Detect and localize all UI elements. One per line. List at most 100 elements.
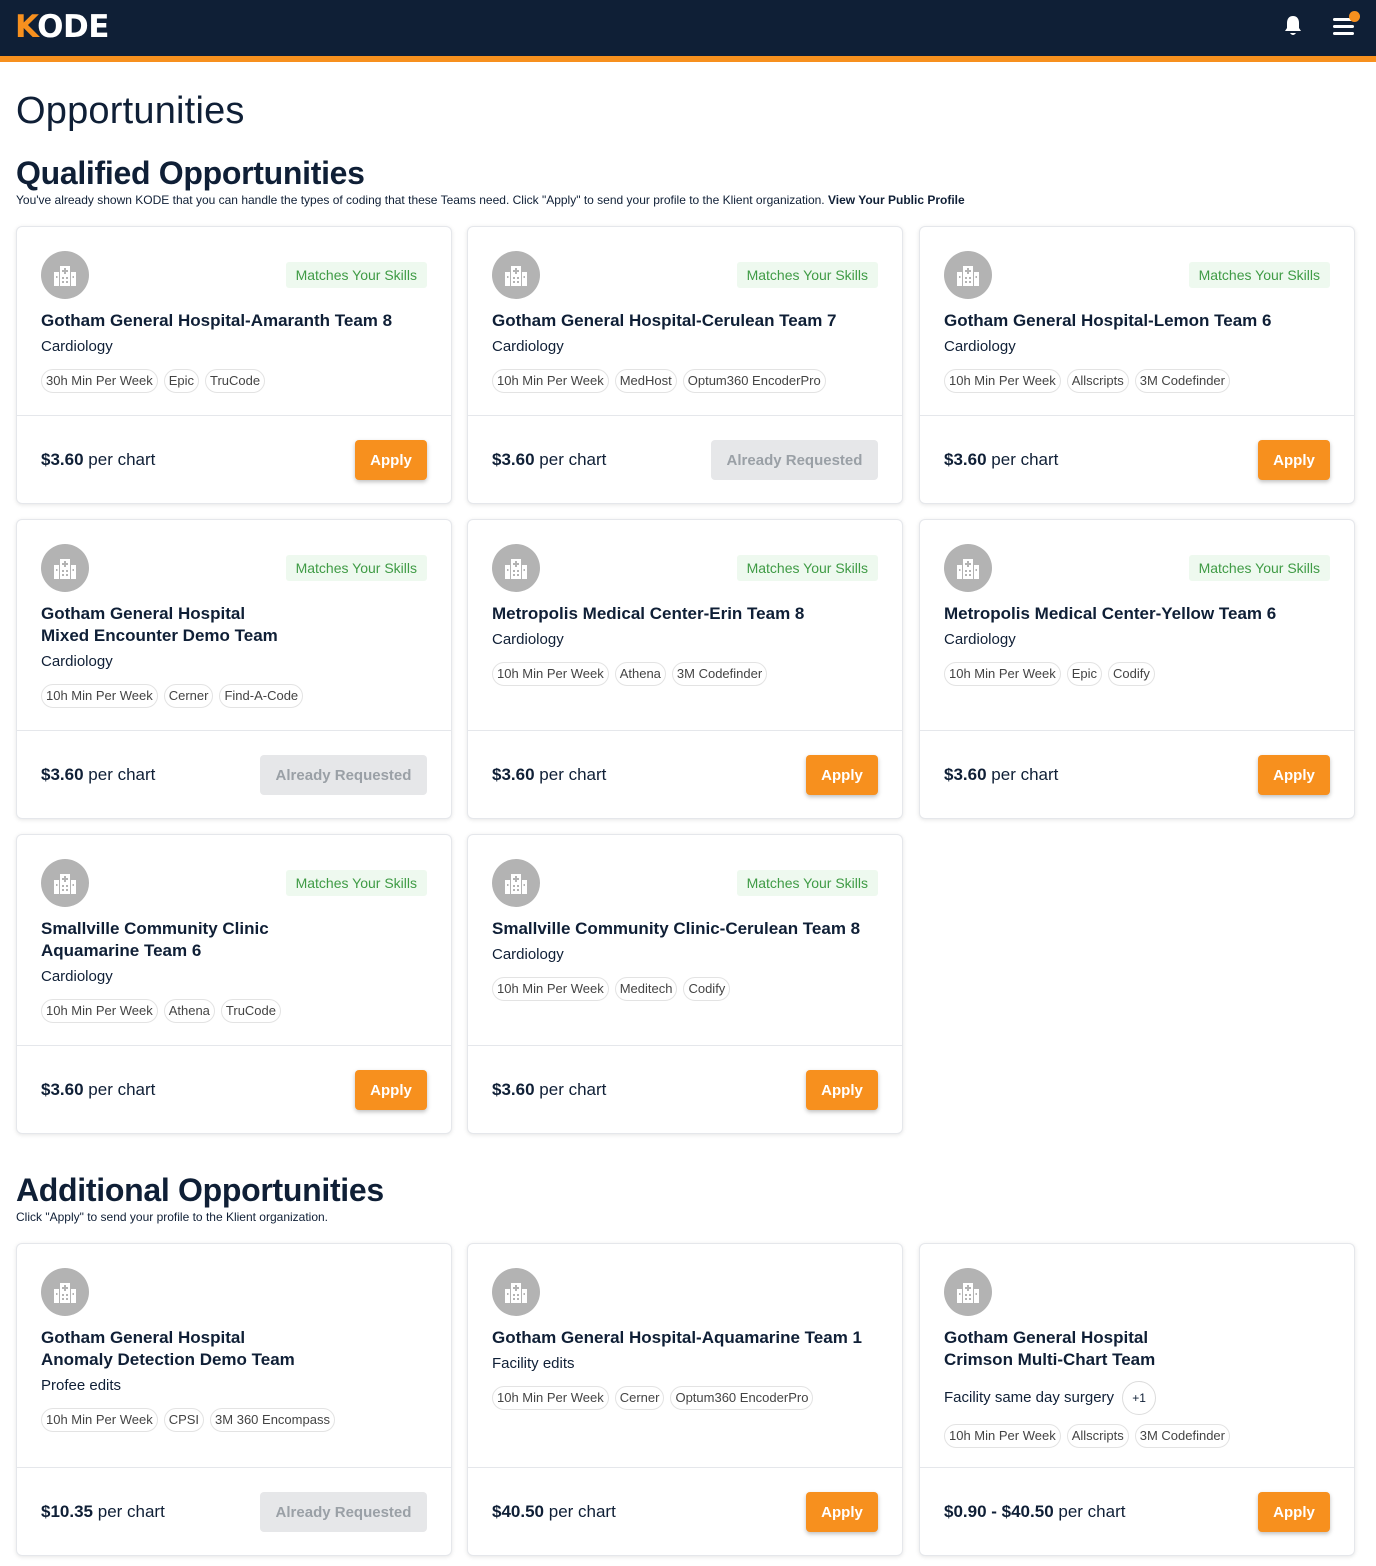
requirement-tag: 10h Min Per Week [492,662,609,686]
team-title[interactable]: Gotham General Hospital-Lemon Team 6 [944,310,1334,332]
apply-button[interactable]: Apply [355,1070,427,1110]
requirement-tag: 10h Min Per Week [41,1408,158,1432]
building-icon [505,266,527,286]
requirement-tag: MedHost [614,369,677,393]
requirement-tag: Epic [163,369,199,393]
specialty-row: Cardiology [944,631,1016,648]
requirement-tag: 10h Min Per Week [944,1424,1061,1448]
building-icon [54,874,76,894]
requirement-tag: 10h Min Per Week [41,684,158,708]
building-icon [957,559,979,579]
organization-avatar [944,544,992,592]
rate-text: $3.60 per chart [492,765,606,785]
matches-skills-badge: Matches Your Skills [285,870,427,896]
opportunity-card: Gotham General Hospital-Aquamarine Team … [467,1243,903,1556]
team-title-line: Smallville Community Clinic-Cerulean Tea… [492,919,861,938]
requirement-tag: Allscripts [1066,1424,1129,1448]
card-footer: $40.50 per chart Apply [468,1467,902,1555]
bell-icon[interactable] [1282,14,1304,38]
team-title[interactable]: Gotham General Hospital Crimson Multi-Cha… [944,1327,1334,1371]
specialty-row: Cardiology [492,631,564,648]
requirement-tag: Allscripts [1066,369,1129,393]
opportunity-card: Gotham General Hospital Anomaly Detection… [16,1243,452,1556]
team-title[interactable]: Gotham General Hospital Mixed Encounter D… [41,603,431,647]
team-title-line: Anomaly Detection Demo Team [41,1350,295,1369]
team-title[interactable]: Gotham General Hospital-Aquamarine Team … [492,1327,882,1349]
team-title[interactable]: Smallville Community Clinic-Cerulean Tea… [492,918,882,940]
team-title[interactable]: Smallville Community Clinic Aquamarine Te… [41,918,431,962]
team-title-line: Aquamarine Team 6 [41,941,202,960]
more-specialties-chip[interactable]: +1 [1122,1381,1157,1415]
building-icon [54,266,76,286]
specialty-row: Profee edits [41,1377,121,1394]
kode-logo[interactable]: KODE [15,9,109,45]
requirement-tag: Find-A-Code [219,684,304,708]
requirement-tag: Athena [163,999,215,1023]
already-requested-button: Already Requested [260,755,427,795]
rate-unit: per chart [97,1502,165,1521]
specialty-label: Profee edits [41,1377,122,1394]
team-title[interactable]: Gotham General Hospital Anomaly Detection… [41,1327,431,1371]
team-title-line: Gotham General Hospital [41,604,246,623]
apply-button[interactable]: Apply [355,440,427,480]
requirement-tags: 10h Min Per Week Cerner Optum360 EncoderPr… [492,1386,814,1410]
apply-button[interactable]: Apply [1258,440,1330,480]
already-requested-button: Already Requested [260,1492,427,1532]
specialty-label: Cardiology [41,653,113,670]
rate-amount: $3.60 [944,765,987,784]
requirement-tag: 3M Codefinder [1134,369,1230,393]
specialty-row: Cardiology [492,946,564,963]
rate-text: $3.60 per chart [492,450,606,470]
rate-text: $0.90 - $40.50 per chart [944,1502,1125,1522]
building-icon [957,266,979,286]
requirement-tag: 10h Min Per Week [944,662,1061,686]
rate-amount: $40.50 [492,1502,544,1521]
matches-skills-badge: Matches Your Skills [736,555,878,581]
card-footer: $3.60 per chart Apply [17,415,451,503]
view-public-profile-link[interactable]: View Your Public Profile [828,193,965,207]
organization-avatar [41,544,89,592]
specialty-label: Cardiology [944,338,1016,355]
requirement-tag: 30h Min Per Week [41,369,158,393]
requirement-tag: Codify [1108,662,1155,686]
organization-avatar [944,251,992,299]
already-requested-button: Already Requested [711,440,878,480]
requirement-tag: Meditech [614,977,678,1001]
requirement-tag: 10h Min Per Week [944,369,1061,393]
team-title-line: Gotham General Hospital [41,1328,246,1347]
specialty-row: Cardiology [41,968,113,985]
apply-button[interactable]: Apply [1258,755,1330,795]
opportunity-card: Matches Your Skills Gotham General Hospit… [919,226,1355,504]
matches-skills-badge: Matches Your Skills [736,870,878,896]
apply-button[interactable]: Apply [1258,1492,1330,1532]
opportunity-card: Matches Your Skills Metropolis Medical Ce… [467,519,903,819]
additional-section-description: Click "Apply" to send your profile to th… [16,1210,329,1224]
team-title[interactable]: Gotham General Hospital-Cerulean Team 7 [492,310,882,332]
organization-avatar [492,859,540,907]
organization-avatar [41,1268,89,1316]
building-icon [54,559,76,579]
requirement-tag: 3M Codefinder [671,662,768,686]
team-title[interactable]: Metropolis Medical Center-Yellow Team 6 [944,603,1334,625]
specialty-row: Cardiology [944,338,1016,355]
organization-avatar [944,1268,992,1316]
requirement-tags: 10h Min Per Week Meditech Codify [492,977,731,1001]
opportunity-card: Matches Your Skills Smallville Community … [467,834,903,1134]
building-icon [54,1283,76,1303]
matches-skills-badge: Matches Your Skills [1188,555,1330,581]
apply-button[interactable]: Apply [806,1492,878,1532]
rate-text: $10.35 per chart [41,1502,165,1522]
team-title[interactable]: Gotham General Hospital-Amaranth Team 8 [41,310,431,332]
qualified-description-text: You've already shown KODE that you can h… [16,193,825,207]
requirement-tags: 10h Min Per Week Athena 3M Codefinder [492,662,768,686]
building-icon [505,874,527,894]
apply-button[interactable]: Apply [806,755,878,795]
card-footer: $3.60 per chart Already Requested [17,730,451,818]
opportunity-card: Matches Your Skills Metropolis Medical Ce… [919,519,1355,819]
team-title[interactable]: Metropolis Medical Center-Erin Team 8 [492,603,882,625]
notification-dot [1349,11,1360,22]
requirement-tags: 10h Min Per Week Athena TruCode [41,999,282,1023]
team-title-line: Gotham General Hospital [944,1328,1149,1347]
rate-amount: $3.60 [492,765,535,784]
apply-button[interactable]: Apply [806,1070,878,1110]
